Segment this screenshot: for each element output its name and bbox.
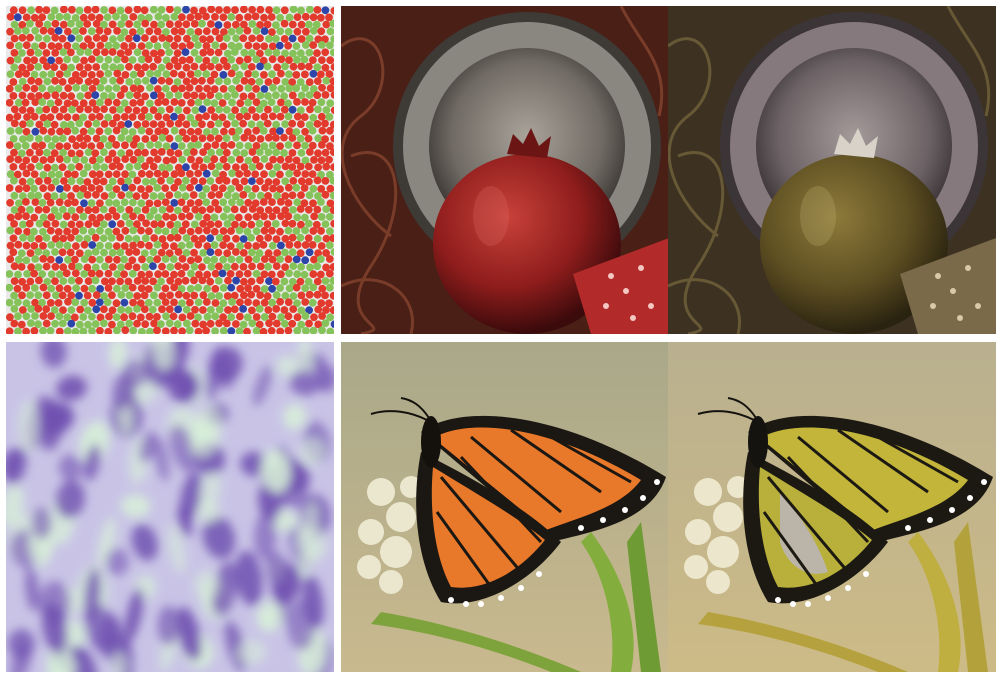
butterfly-original-panel [341,342,669,672]
butterfly-simulated-panel [668,342,996,672]
cone-mosaic-image [6,6,334,334]
figure-grid [0,0,1000,682]
pomegranate-simulated-panel [668,6,996,334]
pomegranate-original-panel [341,6,669,334]
butterfly-original-image [341,342,669,672]
pomegranate-original-image [341,6,669,334]
butterfly-simulated-image [668,342,996,672]
learned-texture-panel [6,342,334,672]
pomegranate-simulated-image [668,6,996,334]
cone-mosaic-panel [6,6,334,334]
learned-texture-image [6,342,334,672]
